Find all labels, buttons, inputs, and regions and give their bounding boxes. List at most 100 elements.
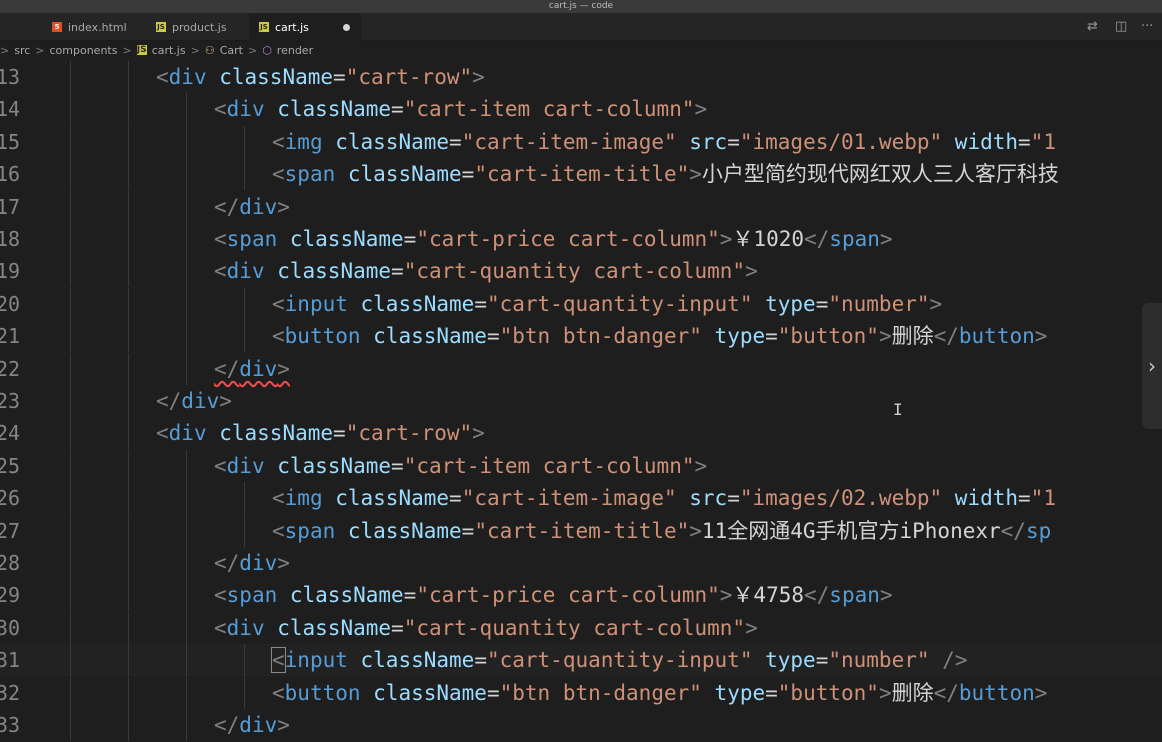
indent-guide (186, 190, 187, 223)
code-line[interactable]: 33 </div> (0, 709, 1162, 741)
js-file-icon: JS (136, 45, 147, 55)
code-token: > (954, 648, 968, 673)
code-token: = (727, 486, 740, 511)
code-token: = (1018, 129, 1031, 154)
code-line[interactable]: 14 <div className="cart-item cart-column"… (0, 93, 1162, 126)
line-number: 21 (0, 324, 21, 349)
code-token: className (360, 324, 487, 349)
code-token: > (879, 227, 893, 251)
code-token: < (271, 647, 286, 674)
tab-product-js[interactable]: JS product.js (146, 13, 237, 41)
code-line[interactable]: 27 <span className="cart-item-title">11全网… (0, 514, 1162, 547)
code-token: className (347, 648, 475, 673)
breadcrumb-item-components[interactable]: components (50, 44, 118, 57)
code-line[interactable]: 24 <div className="cart-row"> (0, 417, 1162, 450)
more-actions-icon[interactable]: ··· (1141, 19, 1153, 34)
code-line[interactable]: 26 <img className="cart-item-image" src="… (0, 482, 1162, 515)
code-token: </ (156, 389, 182, 413)
code-line[interactable]: 31 <input className="cart-quantity-input"… (0, 644, 1162, 677)
indent-guide (128, 352, 129, 385)
code-text: </div> (214, 709, 290, 741)
code-token: = (474, 291, 487, 316)
indent-guide (70, 644, 71, 677)
indent-guide (128, 709, 129, 741)
indent-guide (70, 449, 71, 482)
code-token: 删除 (891, 324, 934, 349)
code-token: > (694, 453, 708, 478)
code-line[interactable]: 32 <button className="btn btn-danger" typ… (0, 676, 1162, 709)
code-token: "cart-item-image" (461, 129, 677, 154)
code-line[interactable]: 21 <button className="btn btn-danger" typ… (0, 320, 1162, 353)
code-text: <div className="cart-row"> (156, 417, 485, 449)
code-token: "cart-price cart-column" (416, 583, 720, 608)
line-number: 26 (0, 486, 21, 511)
code-text: <img className="cart-item-image" src="im… (272, 126, 1056, 158)
line-number: 28 (0, 551, 21, 575)
indent-guide (128, 93, 129, 126)
code-line[interactable]: 20 <input className="cart-quantity-input"… (0, 287, 1162, 320)
split-editor-icon[interactable]: ◫ (1115, 19, 1127, 34)
tab-index-html[interactable]: 5 index.html (42, 13, 137, 41)
code-token: className (206, 65, 334, 89)
code-editor[interactable]: 13 <div className="cart-row"> 14 <div class… (0, 61, 1162, 742)
code-line[interactable]: 19 <div className="cart-quantity cart-col… (0, 255, 1162, 288)
indent-guide (70, 579, 71, 612)
code-token: width (942, 486, 1019, 511)
code-line[interactable]: 23 </div> (0, 385, 1162, 417)
line-number: 30 (0, 615, 21, 640)
method-symbol-icon: ⬡ (262, 43, 272, 57)
code-token: div (239, 551, 278, 575)
code-line[interactable]: 15 <img className="cart-item-image" src="… (0, 125, 1162, 158)
breadcrumb-separator: > (0, 43, 10, 57)
tab-cart-js[interactable]: JS cart.js (249, 13, 361, 41)
indent-guide (70, 385, 71, 417)
code-token: className (322, 486, 450, 511)
line-number: 22 (0, 356, 21, 381)
indent-guide (128, 449, 129, 482)
code-text: </div> (214, 547, 290, 579)
breadcrumb-item-src[interactable]: src (14, 44, 30, 57)
code-token: "btn btn-danger" (499, 324, 702, 349)
unsaved-changes-dot-icon[interactable] (342, 23, 350, 31)
code-line[interactable]: 29 <span className="cart-price cart-colum… (0, 579, 1162, 612)
code-line[interactable]: 16 <span className="cart-item-title">小户型简… (0, 158, 1162, 191)
code-token: "cart-quantity cart-column" (403, 259, 746, 284)
indent-guide (128, 158, 129, 191)
line-number: 19 (0, 259, 21, 284)
open-changes-icon[interactable]: ⇄ (1087, 19, 1098, 34)
code-text: <span className="cart-item-title">11全网通4… (272, 515, 1051, 547)
code-line[interactable]: 30 <div className="cart-quantity cart-col… (0, 611, 1162, 644)
breadcrumb-item-file[interactable]: cart.js (152, 44, 186, 57)
breadcrumb-item-class[interactable]: Cart (220, 44, 243, 57)
code-token: > (879, 583, 893, 608)
code-line[interactable]: 18 <span className="cart-price cart-colum… (0, 223, 1162, 255)
tab-label: product.js (172, 20, 227, 34)
code-line[interactable]: 22 </div> (0, 352, 1162, 385)
code-text: <span className="cart-price cart-column"… (214, 579, 893, 611)
indent-guide (70, 482, 71, 515)
code-line[interactable]: 13 <div className="cart-row"> (0, 61, 1162, 93)
code-line[interactable]: 25 <div className="cart-item cart-column"… (0, 449, 1162, 482)
indent-guide (186, 611, 187, 644)
code-token: div (226, 453, 265, 478)
code-token: div (226, 97, 265, 122)
code-token: = (486, 324, 500, 349)
chevron-right-icon[interactable]: › (1142, 303, 1162, 429)
code-token: </ (804, 583, 830, 608)
code-line[interactable]: 28 </div> (0, 547, 1162, 579)
code-token: div (239, 356, 278, 381)
code-token: </ (214, 551, 240, 575)
breadcrumb-item-method[interactable]: render (277, 44, 313, 57)
indent-guide (70, 190, 71, 223)
code-token: type (752, 291, 816, 316)
code-token: ￥4758 (732, 583, 804, 608)
code-line[interactable]: 17 </div> (0, 190, 1162, 223)
code-token: className (277, 583, 404, 608)
indent-guide (186, 287, 187, 320)
line-number: 14 (0, 97, 21, 122)
code-text: <div className="cart-row"> (156, 61, 485, 93)
indent-guide (244, 676, 245, 709)
code-token: "cart-item cart-column" (403, 453, 695, 478)
code-token: className (206, 421, 334, 446)
code-token: = (391, 97, 404, 122)
